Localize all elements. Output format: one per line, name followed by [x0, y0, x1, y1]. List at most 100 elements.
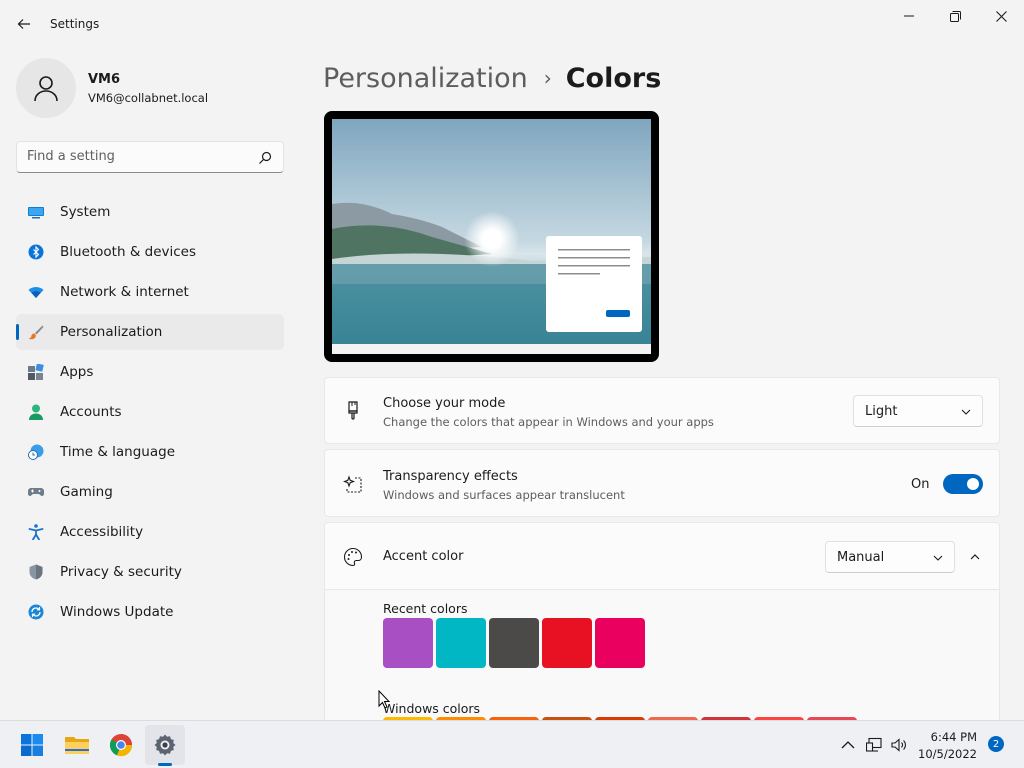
apps-icon [28, 364, 44, 380]
start-button[interactable] [12, 725, 52, 765]
chrome-icon [109, 734, 133, 757]
search-icon[interactable] [257, 150, 273, 166]
clock-time[interactable]: 6:44 PM [931, 730, 977, 744]
clock-date[interactable]: 10/5/2022 [918, 747, 977, 761]
recent-color-swatch[interactable] [436, 618, 486, 668]
person-icon [29, 404, 43, 420]
sidebar-item-apps[interactable]: Apps [16, 354, 284, 390]
restore-button[interactable] [932, 4, 978, 28]
accent-dropdown[interactable]: Manual [825, 541, 955, 573]
brush-icon [28, 325, 44, 340]
volume-icon[interactable] [891, 737, 907, 753]
wifi-icon [28, 287, 44, 298]
profile-name: VM6 [88, 72, 121, 87]
recent-colors-label: Recent colors [383, 601, 468, 616]
clock-globe-icon [28, 444, 44, 460]
shield-icon [29, 564, 43, 580]
sidebar-item-label: Gaming [60, 484, 113, 500]
sidebar-item-accounts[interactable]: Accounts [16, 394, 284, 430]
back-arrow-icon [17, 19, 30, 29]
sidebar-item-system[interactable]: System [16, 194, 284, 230]
mode-card: Choose your mode Change the colors that … [324, 377, 1000, 444]
transparency-toggle[interactable] [943, 474, 983, 494]
transparency-description: Windows and surfaces appear translucent [383, 488, 625, 502]
breadcrumb-parent[interactable]: Personalization [323, 63, 528, 94]
transparency-title: Transparency effects [383, 469, 518, 484]
bluetooth-icon [28, 244, 44, 260]
back-button[interactable] [12, 12, 36, 36]
sparkle-icon [343, 475, 362, 493]
sidebar-item-bluetooth[interactable]: Bluetooth & devices [16, 234, 284, 270]
mouse-cursor-icon [378, 690, 391, 709]
title-bar: Settings [0, 0, 1024, 48]
person-icon [34, 76, 58, 102]
file-explorer-icon [65, 737, 89, 754]
sidebar-item-time-language[interactable]: Time & language [16, 434, 284, 470]
monitor-icon [28, 207, 44, 219]
accessibility-icon [28, 524, 44, 540]
sidebar-item-label: Bluetooth & devices [60, 244, 197, 260]
accent-card: Accent color Manual [324, 522, 1000, 590]
theme-preview [324, 111, 659, 362]
mode-dropdown[interactable]: Light [853, 395, 983, 427]
mode-selected-value: Light [865, 404, 898, 419]
transparency-card: Transparency effects Windows and surface… [324, 449, 1000, 517]
sidebar-item-windows-update[interactable]: Windows Update [16, 594, 284, 630]
user-profile[interactable]: VM6 VM6@collabnet.local [16, 56, 286, 120]
settings-icon [154, 734, 176, 756]
breadcrumb-separator: › [543, 66, 552, 90]
taskbar: 6:44 PM 10/5/2022 [0, 720, 1024, 768]
palette-icon [344, 547, 363, 567]
close-button[interactable] [978, 4, 1024, 28]
search-box[interactable] [16, 141, 284, 173]
start-icon [21, 734, 43, 756]
profile-email: VM6@collabnet.local [88, 91, 209, 105]
sidebar-item-privacy-security[interactable]: Privacy & security [16, 554, 284, 590]
sidebar-item-label: Windows Update [60, 604, 174, 620]
chevron-down-icon [961, 409, 971, 415]
accent-title: Accent color [383, 549, 464, 564]
sidebar-item-accessibility[interactable]: Accessibility [16, 514, 284, 550]
sidebar-item-label: Accounts [60, 404, 122, 420]
toggle-knob [967, 478, 979, 490]
sidebar-nav: System Bluetooth & devices Network & int… [16, 194, 284, 634]
recent-color-swatch[interactable] [595, 618, 645, 668]
sidebar-item-label: Personalization [60, 324, 163, 340]
chevron-up-icon[interactable] [840, 737, 856, 753]
preview-wallpaper [332, 119, 651, 344]
sidebar-item-label: Accessibility [60, 524, 144, 540]
chevron-up-icon[interactable] [969, 551, 981, 563]
avatar [16, 58, 76, 118]
update-icon [28, 604, 44, 620]
network-icon[interactable] [866, 737, 882, 753]
mode-description: Change the colors that appear in Windows… [383, 415, 714, 429]
close-icon [995, 10, 1007, 22]
chrome-button[interactable] [101, 725, 141, 765]
recent-color-swatch[interactable] [489, 618, 539, 668]
sidebar-item-network[interactable]: Network & internet [16, 274, 284, 310]
sidebar-item-label: Network & internet [60, 284, 189, 300]
notification-badge[interactable]: 2 [988, 736, 1004, 752]
recent-color-swatch[interactable] [542, 618, 592, 668]
active-app-indicator [158, 763, 172, 766]
restore-icon [949, 10, 961, 22]
file-explorer-button[interactable] [57, 725, 97, 765]
sidebar-item-gaming[interactable]: Gaming [16, 474, 284, 510]
transparency-state-label: On [911, 477, 930, 492]
chevron-down-icon [933, 555, 943, 561]
app-title: Settings [50, 17, 100, 31]
sidebar-item-label: Privacy & security [60, 564, 182, 580]
sidebar-item-label: System [60, 204, 111, 220]
preview-taskbar [332, 344, 651, 354]
paintbrush-icon [348, 401, 358, 420]
sidebar-item-label: Time & language [60, 444, 176, 460]
minimize-icon [904, 15, 914, 17]
recent-color-swatch[interactable] [383, 618, 433, 668]
sidebar-item-personalization[interactable]: Personalization [16, 314, 284, 350]
minimize-button[interactable] [886, 4, 932, 28]
breadcrumb: Personalization › Colors [323, 58, 661, 98]
settings-taskbar-button[interactable] [145, 725, 185, 765]
gamepad-icon [28, 488, 44, 496]
search-input[interactable] [27, 149, 247, 164]
windows-colors-label: Windows colors [383, 701, 481, 716]
